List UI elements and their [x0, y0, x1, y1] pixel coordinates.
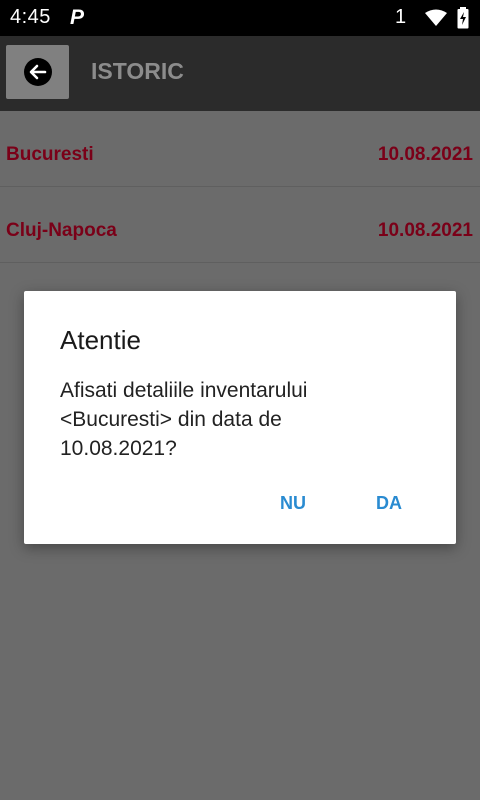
- arrow-left-icon: [24, 58, 52, 86]
- app-bar: ISTORIC: [0, 36, 480, 111]
- list-item-date: 10.08.2021: [377, 144, 473, 165]
- wifi-icon: [425, 9, 447, 26]
- parking-app-icon: P: [70, 6, 85, 29]
- page-title: ISTORIC: [91, 58, 184, 84]
- history-list: Bucuresti 10.08.2021 Cluj-Napoca 10.08.2…: [0, 111, 480, 263]
- dialog-title: Atentie: [60, 325, 141, 355]
- battery-charging-icon: [457, 7, 469, 29]
- list-item-city: Bucuresti: [6, 144, 94, 165]
- status-time: 4:45: [10, 6, 51, 28]
- yes-button[interactable]: DA: [376, 493, 402, 514]
- confirm-dialog: Atentie Afisati detaliile inventarului <…: [24, 291, 456, 544]
- list-item-date: 10.08.2021: [377, 220, 473, 241]
- list-item[interactable]: Bucuresti 10.08.2021: [0, 111, 480, 187]
- sim-count: 1: [395, 6, 407, 28]
- list-item[interactable]: Cluj-Napoca 10.08.2021: [0, 187, 480, 263]
- status-bar: 4:45 P 1: [0, 0, 480, 36]
- list-item-city: Cluj-Napoca: [6, 220, 117, 241]
- dialog-message: Afisati detaliile inventarului <Bucurest…: [60, 379, 308, 460]
- back-button[interactable]: [6, 45, 69, 99]
- no-button[interactable]: NU: [280, 493, 306, 514]
